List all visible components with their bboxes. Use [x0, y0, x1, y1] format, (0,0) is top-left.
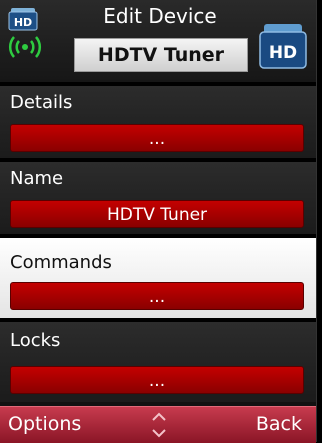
device-name-display: HDTV Tuner: [74, 38, 248, 72]
hd-tuner-icon: HD: [8, 8, 38, 31]
commands-field[interactable]: ...: [10, 282, 304, 310]
name-field[interactable]: HDTV Tuner: [10, 200, 304, 228]
details-field[interactable]: ...: [10, 124, 304, 152]
hd-device-icon: HD: [259, 24, 307, 69]
back-softkey[interactable]: Back: [256, 413, 302, 435]
locks-label: Locks: [10, 330, 61, 351]
softkey-bar: Options Back: [0, 406, 316, 443]
locks-row[interactable]: Locks ...: [0, 322, 316, 402]
commands-row[interactable]: Commands ...: [0, 238, 316, 318]
hd-small-label: HD: [14, 16, 32, 29]
header: HD Edit Device HDTV Tuner HD: [0, 0, 316, 82]
commands-label: Commands: [10, 252, 112, 273]
options-softkey[interactable]: Options: [8, 413, 81, 435]
details-row[interactable]: Details ...: [0, 86, 316, 158]
hd-large-label: HD: [269, 43, 297, 63]
signal-icon: [9, 36, 41, 58]
locks-field[interactable]: ...: [10, 366, 304, 394]
device-screen: HD Edit Device HDTV Tuner HD Details ...…: [0, 0, 317, 443]
scroll-up-down-icon: [152, 412, 166, 438]
name-label: Name: [10, 168, 64, 189]
details-label: Details: [10, 92, 73, 113]
name-row[interactable]: Name HDTV Tuner: [0, 162, 316, 234]
page-title: Edit Device: [103, 4, 217, 28]
